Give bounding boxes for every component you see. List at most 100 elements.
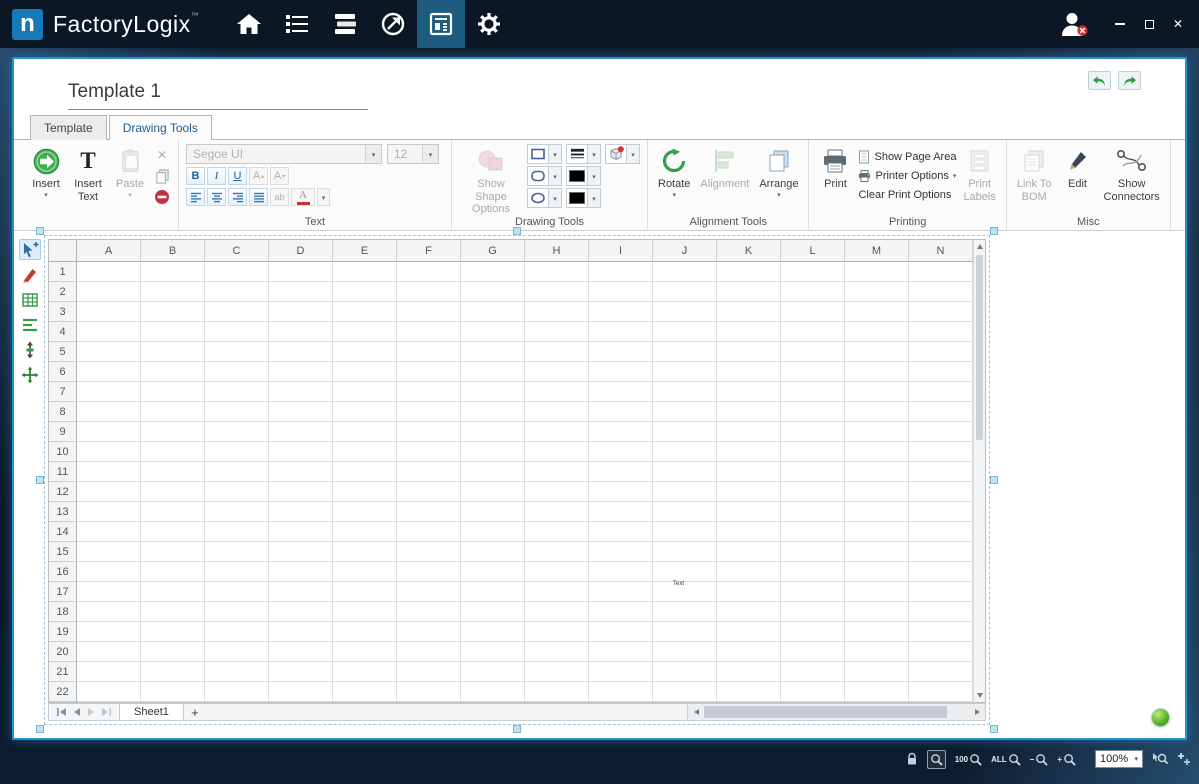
cell-G10[interactable] [461, 442, 525, 462]
row-header-5[interactable]: 5 [49, 342, 77, 362]
cell-L4[interactable] [781, 322, 845, 342]
copy-button[interactable] [153, 167, 171, 185]
cell-J6[interactable] [653, 362, 717, 382]
cell-G6[interactable] [461, 362, 525, 382]
cell-G20[interactable] [461, 642, 525, 662]
selection-handle-top[interactable] [513, 227, 521, 235]
cell-L10[interactable] [781, 442, 845, 462]
cell-M22[interactable] [845, 682, 909, 702]
cell-J16[interactable] [653, 562, 717, 582]
cell-L5[interactable] [781, 342, 845, 362]
show-page-area-option[interactable]: Show Page Area [858, 147, 956, 166]
cell-J13[interactable] [653, 502, 717, 522]
cell-J20[interactable] [653, 642, 717, 662]
cell-G8[interactable] [461, 402, 525, 422]
cell-N13[interactable] [909, 502, 973, 522]
cell-I15[interactable] [589, 542, 653, 562]
cell-D6[interactable] [269, 362, 333, 382]
cell-K14[interactable] [717, 522, 781, 542]
row-header-15[interactable]: 15 [49, 542, 77, 562]
cell-D1[interactable] [269, 262, 333, 282]
cell-L20[interactable] [781, 642, 845, 662]
cell-M21[interactable] [845, 662, 909, 682]
font-name-combo[interactable]: Segoe UI ▾ [186, 144, 382, 164]
column-header-M[interactable]: M [845, 240, 909, 262]
cell-K10[interactable] [717, 442, 781, 462]
column-header-E[interactable]: E [333, 240, 397, 262]
selection-handle-right[interactable] [990, 476, 998, 484]
alignment-button[interactable]: Alignment [697, 144, 752, 193]
cell-A14[interactable] [77, 522, 141, 542]
cell-L19[interactable] [781, 622, 845, 642]
cell-F1[interactable] [397, 262, 461, 282]
cell-H18[interactable] [525, 602, 589, 622]
cell-C8[interactable] [205, 402, 269, 422]
cell-M20[interactable] [845, 642, 909, 662]
column-header-K[interactable]: K [717, 240, 781, 262]
show-shape-options-button[interactable]: Show Shape Options [459, 144, 523, 218]
cell-I20[interactable] [589, 642, 653, 662]
cell-C9[interactable] [205, 422, 269, 442]
nav-templates-button[interactable] [417, 0, 465, 48]
cell-J1[interactable] [653, 262, 717, 282]
cell-B9[interactable] [141, 422, 205, 442]
row-header-20[interactable]: 20 [49, 642, 77, 662]
bold-button[interactable]: B [186, 167, 205, 185]
cell-G4[interactable] [461, 322, 525, 342]
cell-D9[interactable] [269, 422, 333, 442]
horizontal-scroll-track[interactable] [702, 706, 971, 718]
scroll-down-button[interactable] [974, 689, 985, 702]
cell-D7[interactable] [269, 382, 333, 402]
edit-button[interactable]: Edit [1059, 144, 1097, 193]
cell-D2[interactable] [269, 282, 333, 302]
cell-N6[interactable] [909, 362, 973, 382]
row-header-3[interactable]: 3 [49, 302, 77, 322]
cell-C3[interactable] [205, 302, 269, 322]
cell-C19[interactable] [205, 622, 269, 642]
row-header-7[interactable]: 7 [49, 382, 77, 402]
cell-B13[interactable] [141, 502, 205, 522]
cell-E6[interactable] [333, 362, 397, 382]
cell-J22[interactable] [653, 682, 717, 702]
cell-D15[interactable] [269, 542, 333, 562]
selection-handle-left[interactable] [36, 476, 44, 484]
cell-F20[interactable] [397, 642, 461, 662]
format-painter-tool-button[interactable] [19, 264, 41, 285]
redo-button[interactable] [1118, 71, 1141, 90]
cell-G1[interactable] [461, 262, 525, 282]
cell-M9[interactable] [845, 422, 909, 442]
cell-M7[interactable] [845, 382, 909, 402]
cell-H14[interactable] [525, 522, 589, 542]
cell-M1[interactable] [845, 262, 909, 282]
row-header-14[interactable]: 14 [49, 522, 77, 542]
cell-I7[interactable] [589, 382, 653, 402]
cell-F5[interactable] [397, 342, 461, 362]
cell-A8[interactable] [77, 402, 141, 422]
cell-M6[interactable] [845, 362, 909, 382]
cell-L11[interactable] [781, 462, 845, 482]
next-sheet-button[interactable] [87, 708, 95, 716]
cell-B12[interactable] [141, 482, 205, 502]
rotate-button[interactable]: Rotate ▾ [655, 144, 693, 202]
cell-B10[interactable] [141, 442, 205, 462]
scroll-left-button[interactable] [690, 709, 702, 715]
cell-K17[interactable] [717, 582, 781, 602]
cell-F19[interactable] [397, 622, 461, 642]
cell-C6[interactable] [205, 362, 269, 382]
ellipse-shape-button[interactable] [527, 188, 549, 208]
cell-M3[interactable] [845, 302, 909, 322]
cell-F6[interactable] [397, 362, 461, 382]
cell-J21[interactable] [653, 662, 717, 682]
cell-B7[interactable] [141, 382, 205, 402]
cell-N5[interactable] [909, 342, 973, 362]
cell-M12[interactable] [845, 482, 909, 502]
cell-E1[interactable] [333, 262, 397, 282]
cell-F9[interactable] [397, 422, 461, 442]
cell-G21[interactable] [461, 662, 525, 682]
cell-A2[interactable] [77, 282, 141, 302]
cell-K2[interactable] [717, 282, 781, 302]
underline-button[interactable]: U [228, 167, 247, 185]
cell-G19[interactable] [461, 622, 525, 642]
row-header-21[interactable]: 21 [49, 662, 77, 682]
cell-J18[interactable] [653, 602, 717, 622]
